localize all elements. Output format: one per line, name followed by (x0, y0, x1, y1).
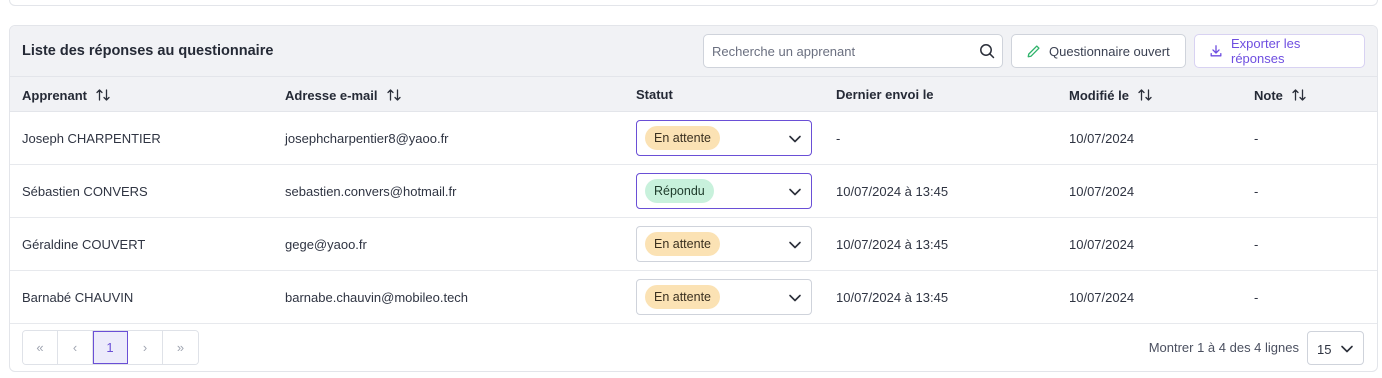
modified-date: 10/07/2024 (1069, 290, 1135, 305)
status-badge: En attente (645, 232, 720, 256)
responses-panel: Liste des réponses au questionnaire Ques… (9, 25, 1378, 372)
learner-name: Joseph CHARPENTIER (22, 131, 161, 146)
modified-date: 10/07/2024 (1069, 237, 1135, 252)
table-row: Barnabé CHAUVIN barnabe.chauvin@mobileo.… (10, 271, 1377, 324)
last-page-button[interactable]: » (163, 331, 198, 364)
column-header-note[interactable]: Note (1254, 87, 1307, 103)
sort-icon[interactable] (1291, 87, 1307, 103)
note: - (1254, 131, 1259, 146)
modified-date: 10/07/2024 (1069, 131, 1135, 146)
sort-icon[interactable] (386, 87, 402, 103)
learner-email: sebastien.convers@hotmail.fr (285, 184, 457, 199)
learner-email: barnabe.chauvin@mobileo.tech (285, 290, 469, 305)
chevron-down-icon (789, 241, 801, 249)
table-footer: « ‹ 1 › » Montrer 1 à 4 des 4 lignes 15 (10, 324, 1377, 370)
download-icon (1210, 45, 1222, 57)
pagination: « ‹ 1 › » (22, 330, 199, 365)
rows-count-text: Montrer 1 à 4 des 4 lignes (1148, 340, 1299, 355)
table-header: Apprenant Adresse e-mail Statut Dernier … (10, 77, 1377, 112)
previous-page-button[interactable]: ‹ (58, 331, 93, 364)
status-badge: Répondu (645, 179, 714, 203)
search-box[interactable] (703, 34, 1003, 68)
rows-per-page-value: 15 (1317, 342, 1332, 357)
pencil-icon (1027, 44, 1040, 57)
learner-name: Barnabé CHAUVIN (22, 290, 134, 305)
learner-name: Sébastien CONVERS (22, 184, 148, 199)
open-questionnaire-button[interactable]: Questionnaire ouvert (1011, 34, 1186, 68)
status-dropdown[interactable]: En attente (636, 226, 812, 262)
first-page-button[interactable]: « (23, 331, 58, 364)
last-sent: 10/07/2024 à 13:45 (836, 184, 949, 199)
table-row: Géraldine COUVERT gege@yaoo.fr En attent… (10, 218, 1377, 271)
note: - (1254, 290, 1259, 305)
status-dropdown[interactable]: Répondu (636, 173, 812, 209)
column-header-modifie[interactable]: Modifié le (1069, 87, 1153, 103)
column-header-dernier-envoi: Dernier envoi le (836, 87, 934, 102)
sort-icon[interactable] (95, 87, 111, 103)
learner-email: josephcharpentier8@yaoo.fr (285, 131, 449, 146)
note: - (1254, 184, 1259, 199)
open-questionnaire-label: Questionnaire ouvert (1049, 43, 1170, 59)
status-dropdown[interactable]: En attente (636, 120, 812, 156)
rows-per-page-select[interactable]: 15 (1307, 331, 1364, 365)
previous-card-edge (9, 0, 1378, 6)
chevron-down-icon (1341, 345, 1353, 353)
column-header-statut: Statut (636, 87, 673, 102)
chevron-down-icon (789, 188, 801, 196)
panel-header: Liste des réponses au questionnaire Ques… (10, 26, 1377, 77)
search-input[interactable] (704, 35, 974, 67)
chevron-down-icon (789, 135, 801, 143)
learner-email: gege@yaoo.fr (285, 237, 367, 252)
chevron-down-icon (789, 294, 801, 302)
status-badge: En attente (645, 285, 720, 309)
export-responses-button[interactable]: Exporter les réponses (1194, 34, 1365, 68)
next-page-button[interactable]: › (128, 331, 163, 364)
table-row: Joseph CHARPENTIER josephcharpentier8@ya… (10, 112, 1377, 165)
panel-title: Liste des réponses au questionnaire (22, 43, 274, 59)
last-sent: 10/07/2024 à 13:45 (836, 290, 949, 305)
search-icon[interactable] (979, 43, 995, 59)
column-header-apprenant[interactable]: Apprenant (22, 87, 111, 103)
export-responses-label: Exporter les réponses (1231, 36, 1301, 66)
last-sent: - (836, 131, 841, 146)
note: - (1254, 237, 1259, 252)
status-dropdown[interactable]: En attente (636, 279, 812, 315)
sort-icon[interactable] (1137, 87, 1153, 103)
last-sent: 10/07/2024 à 13:45 (836, 237, 949, 252)
column-header-email[interactable]: Adresse e-mail (285, 87, 402, 103)
status-badge: En attente (645, 126, 720, 150)
learner-name: Géraldine COUVERT (22, 237, 146, 252)
page-1-button[interactable]: 1 (93, 331, 128, 364)
table-row: Sébastien CONVERS sebastien.convers@hotm… (10, 165, 1377, 218)
modified-date: 10/07/2024 (1069, 184, 1135, 199)
